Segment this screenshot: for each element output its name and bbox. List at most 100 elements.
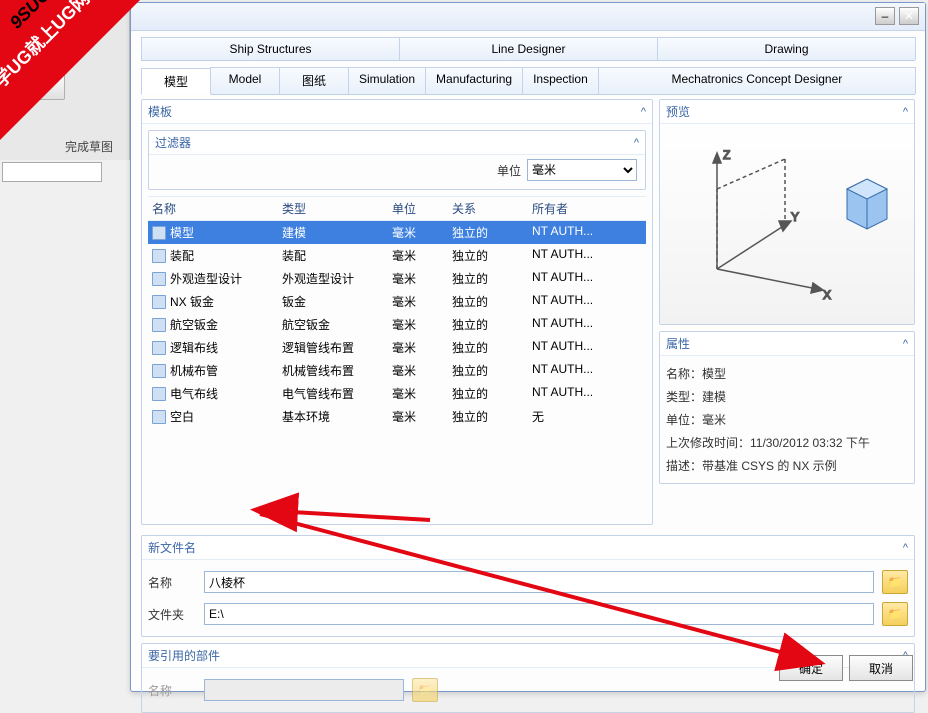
- table-row[interactable]: 模型建模毫米独立的NT AUTH...: [148, 221, 646, 244]
- minimize-button[interactable]: –: [875, 7, 895, 25]
- row-owner: NT AUTH...: [528, 246, 646, 265]
- template-panel: 模板 ^ 过滤器 ^ 单位 毫米: [141, 99, 653, 525]
- tab-ship-structures[interactable]: Ship Structures: [141, 37, 400, 60]
- table-row[interactable]: 空白基本环境毫米独立的无: [148, 405, 646, 428]
- row-type: 外观造型设计: [278, 269, 388, 288]
- table-row[interactable]: NX 钣金钣金毫米独立的NT AUTH...: [148, 290, 646, 313]
- row-owner: NT AUTH...: [528, 269, 646, 288]
- prop-lastmod: 上次修改时间：11/30/2012 03:32 下午: [666, 431, 908, 454]
- collapse-icon[interactable]: ^: [903, 338, 908, 350]
- ok-button[interactable]: 确定: [779, 655, 843, 681]
- close-button[interactable]: ✕: [899, 7, 919, 25]
- row-rel: 独立的: [448, 269, 528, 288]
- bg-sketch-label: 完成草图: [65, 138, 113, 155]
- refpart-name-label: 名称: [148, 682, 196, 699]
- row-owner: NT AUTH...: [528, 223, 646, 242]
- table-row[interactable]: 机械布管机械管线布置毫米独立的NT AUTH...: [148, 359, 646, 382]
- row-owner: NT AUTH...: [528, 361, 646, 380]
- row-owner: NT AUTH...: [528, 292, 646, 311]
- sub-tab-row: 模型 Model 图纸 Simulation Manufacturing Ins…: [141, 67, 915, 95]
- table-row[interactable]: 电气布线电气管线布置毫米独立的NT AUTH...: [148, 382, 646, 405]
- browse-folder-button[interactable]: 📁: [882, 602, 908, 626]
- col-rel[interactable]: 关系: [448, 199, 528, 218]
- properties-panel-title: 属性: [666, 335, 690, 352]
- row-rel: 独立的: [448, 338, 528, 357]
- filename-input[interactable]: [204, 571, 874, 593]
- collapse-icon[interactable]: ^: [903, 106, 908, 118]
- row-type: 电气管线布置: [278, 384, 388, 403]
- row-type: 钣金: [278, 292, 388, 311]
- csys-preview-icon: Z X Y: [667, 129, 907, 319]
- row-owner: 无: [528, 407, 646, 426]
- template-icon: [152, 410, 166, 424]
- row-rel: 独立的: [448, 292, 528, 311]
- collapse-icon[interactable]: ^: [641, 106, 646, 118]
- tab-model-cn[interactable]: 模型: [141, 68, 211, 95]
- row-owner: NT AUTH...: [528, 338, 646, 357]
- table-row[interactable]: 外观造型设计外观造型设计毫米独立的NT AUTH...: [148, 267, 646, 290]
- row-unit: 毫米: [388, 246, 448, 265]
- template-icon: [152, 318, 166, 332]
- table-row[interactable]: 逻辑布线 逻辑管线布置毫米独立的NT AUTH...: [148, 336, 646, 359]
- row-owner: NT AUTH...: [528, 384, 646, 403]
- row-type: 逻辑管线布置: [278, 338, 388, 357]
- col-name[interactable]: 名称: [148, 199, 278, 218]
- cube-icon: [847, 179, 887, 229]
- tab-inspection[interactable]: Inspection: [522, 67, 599, 94]
- svg-text:Y: Y: [791, 210, 799, 224]
- row-rel: 独立的: [448, 361, 528, 380]
- svg-text:Z: Z: [723, 148, 730, 162]
- browse-name-button[interactable]: 📁: [882, 570, 908, 594]
- cancel-button[interactable]: 取消: [849, 655, 913, 681]
- row-type: 基本环境: [278, 407, 388, 426]
- row-rel: 独立的: [448, 223, 528, 242]
- tab-mechatronics[interactable]: Mechatronics Concept Designer: [598, 67, 916, 94]
- collapse-icon[interactable]: ^: [903, 542, 908, 554]
- table-row[interactable]: 装配装配毫米独立的NT AUTH...: [148, 244, 646, 267]
- table-row[interactable]: 航空钣金航空钣金毫米独立的NT AUTH...: [148, 313, 646, 336]
- new-file-dialog: – ✕ Ship Structures Line Designer Drawin…: [130, 2, 926, 692]
- prop-unit: 单位：毫米: [666, 408, 908, 431]
- template-icon: [152, 226, 166, 240]
- row-unit: 毫米: [388, 407, 448, 426]
- tab-simulation[interactable]: Simulation: [348, 67, 426, 94]
- tab-drawing[interactable]: Drawing: [657, 37, 916, 60]
- row-name: 外观造型设计: [170, 270, 242, 287]
- row-type: 航空钣金: [278, 315, 388, 334]
- template-panel-title: 模板: [148, 103, 172, 120]
- template-icon: [152, 249, 166, 263]
- tab-line-designer[interactable]: Line Designer: [399, 37, 658, 60]
- folder-icon: 📁: [418, 683, 433, 697]
- col-unit[interactable]: 单位: [388, 199, 448, 218]
- row-unit: 毫米: [388, 315, 448, 334]
- folder-input[interactable]: [204, 603, 874, 625]
- unit-label: 单位: [497, 162, 521, 179]
- top-tab-row: Ship Structures Line Designer Drawing: [141, 37, 915, 61]
- preview-panel-title: 预览: [666, 103, 690, 120]
- filter-panel-title: 过滤器: [155, 134, 191, 151]
- template-icon: [152, 341, 166, 355]
- tab-drafting[interactable]: 图纸: [279, 67, 349, 94]
- unit-select[interactable]: 毫米: [527, 159, 637, 181]
- tab-model-en[interactable]: Model: [210, 67, 280, 94]
- col-owner[interactable]: 所有者: [528, 199, 646, 218]
- collapse-icon[interactable]: ^: [634, 137, 639, 149]
- new-filename-panel: 新文件名 ^ 名称 📁 文件夹 📁: [141, 535, 915, 637]
- row-rel: 独立的: [448, 246, 528, 265]
- col-type[interactable]: 类型: [278, 199, 388, 218]
- row-name: 逻辑布线: [170, 339, 218, 356]
- row-name: 电气布线: [170, 385, 218, 402]
- folder-icon: 📁: [888, 607, 903, 621]
- template-icon: [152, 364, 166, 378]
- preview-panel: 预览 ^ Z X Y: [659, 99, 915, 325]
- row-name: 模型: [170, 224, 194, 241]
- tab-manufacturing[interactable]: Manufacturing: [425, 67, 523, 94]
- row-unit: 毫米: [388, 384, 448, 403]
- title-bar: – ✕: [131, 3, 925, 31]
- prop-type: 类型：建模: [666, 385, 908, 408]
- browse-refpart-button[interactable]: 📁: [412, 678, 438, 702]
- folder-label: 文件夹: [148, 606, 196, 623]
- row-unit: 毫米: [388, 338, 448, 357]
- template-grid: 名称 类型 单位 关系 所有者 模型建模毫米独立的NT AUTH...装配装配毫…: [148, 196, 646, 428]
- row-name: 空白: [170, 408, 194, 425]
